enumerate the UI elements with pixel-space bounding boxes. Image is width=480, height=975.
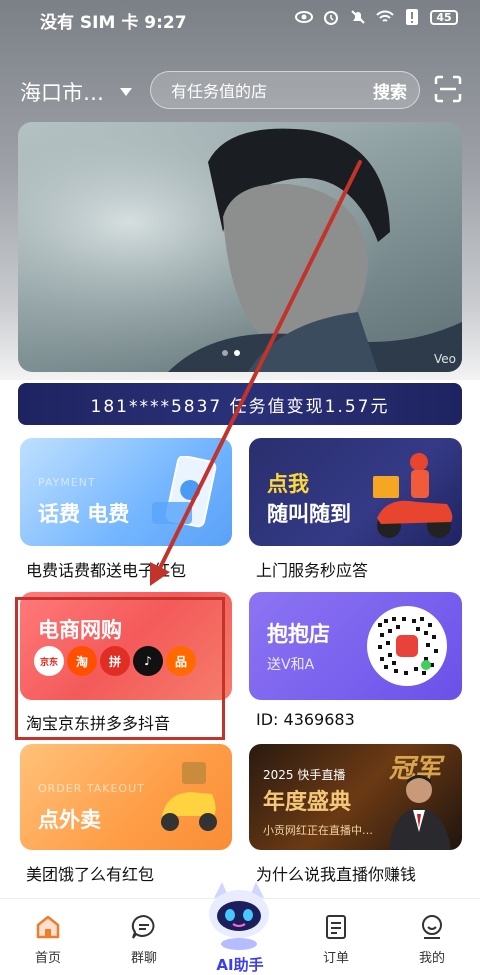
- home-icon: [36, 915, 60, 939]
- tab-home-label: 首页: [34, 951, 61, 966]
- tab-profile[interactable]: 我的: [392, 913, 472, 966]
- order-icon: [326, 915, 346, 939]
- ai-robot-icon[interactable]: [198, 880, 280, 950]
- annotation-arrow-icon: [150, 160, 362, 586]
- tab-orders-label: 订单: [322, 951, 349, 966]
- tab-chat[interactable]: 群聊: [104, 913, 184, 966]
- tab-home[interactable]: 首页: [8, 913, 88, 966]
- chat-icon: [131, 914, 155, 939]
- tab-profile-label: 我的: [418, 951, 445, 966]
- tab-orders[interactable]: 订单: [296, 913, 376, 966]
- profile-icon: [422, 915, 442, 939]
- tab-chat-label: 群聊: [130, 951, 157, 966]
